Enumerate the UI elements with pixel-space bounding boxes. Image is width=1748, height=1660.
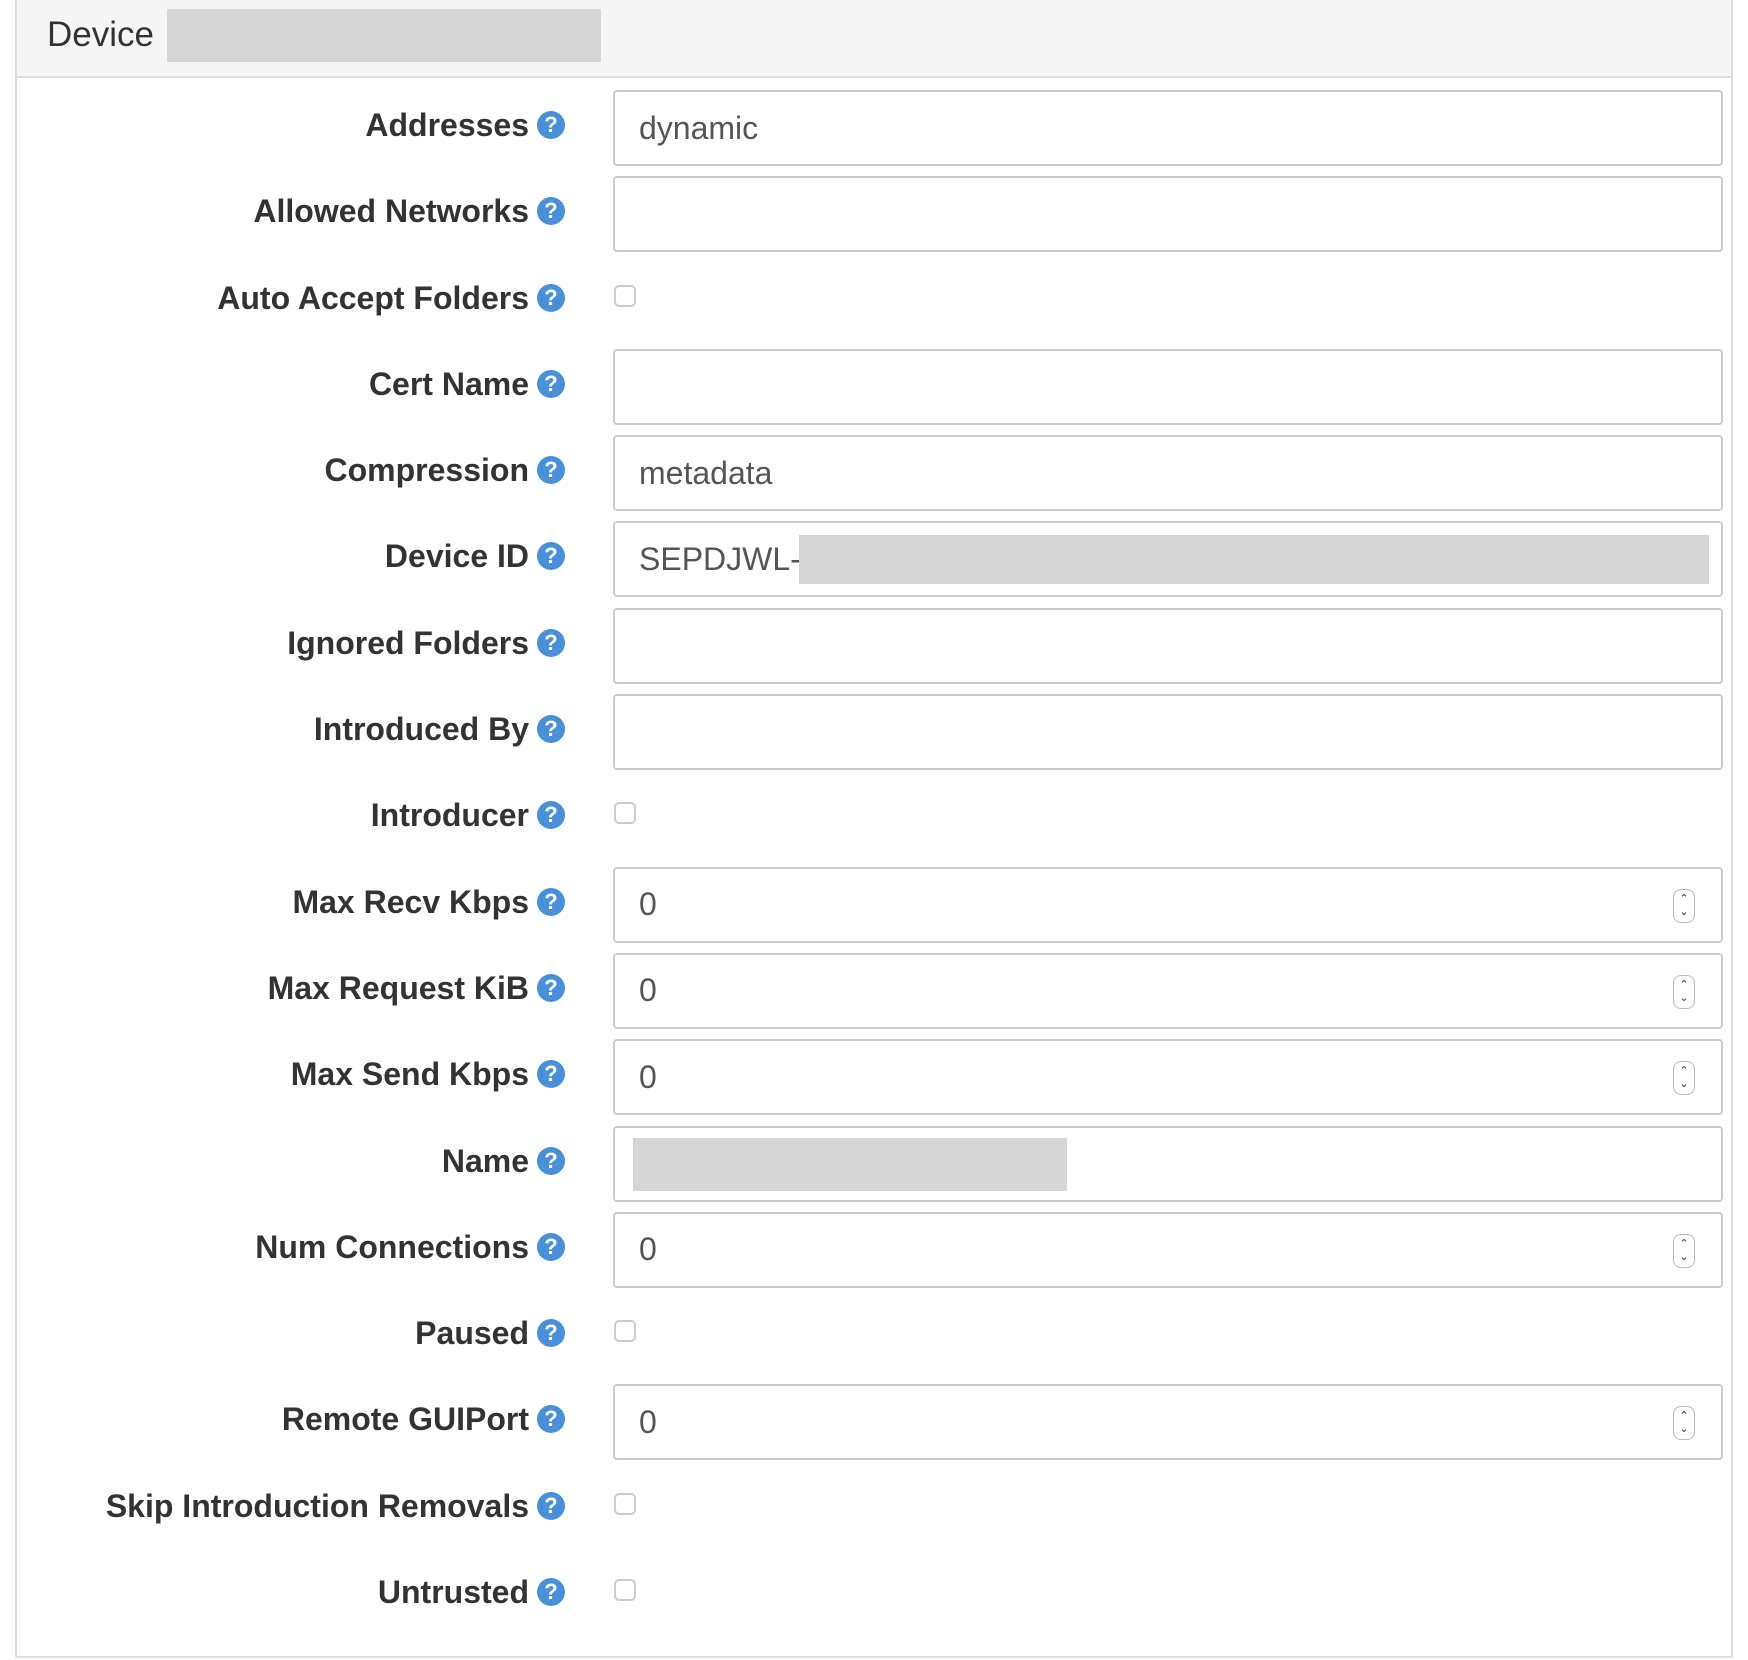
stepper-icon[interactable]: ⌃ ⌄	[1673, 974, 1695, 1009]
row-allowed-networks: Allowed Networks ?	[17, 174, 1731, 260]
name-input[interactable]	[613, 1125, 1723, 1202]
help-icon[interactable]: ?	[537, 369, 565, 398]
row-cert-name: Cert Name ?	[17, 347, 1731, 433]
skip-introduction-removals-checkbox[interactable]	[614, 1492, 636, 1515]
row-ignored-folders: Ignored Folders ?	[17, 606, 1731, 692]
label-introduced-by: Introduced By ?	[314, 708, 565, 750]
allowed-networks-input[interactable]	[613, 176, 1723, 253]
device-id-input[interactable]: SEPDJWL-	[613, 521, 1723, 598]
row-introduced-by: Introduced By ?	[17, 692, 1731, 778]
help-icon[interactable]: ?	[537, 283, 565, 312]
label-max-request-kib: Max Request KiB ?	[268, 967, 565, 1009]
row-max-send-kbps: Max Send Kbps ? 0 ⌃ ⌄	[17, 1037, 1731, 1123]
help-icon[interactable]: ?	[537, 1232, 565, 1261]
panel-title: Device	[47, 15, 154, 54]
help-icon[interactable]: ?	[537, 456, 565, 485]
row-compression: Compression ? metadata	[17, 433, 1731, 519]
max-send-kbps-input[interactable]: 0 ⌃ ⌄	[613, 1039, 1723, 1116]
stepper-icon[interactable]: ⌃ ⌄	[1673, 1406, 1695, 1441]
device-panel: Device Addresses ? dynamic Allowed Netwo…	[15, 0, 1733, 1658]
help-icon[interactable]: ?	[537, 715, 565, 744]
help-icon[interactable]: ?	[537, 542, 565, 571]
label-auto-accept-folders: Auto Accept Folders ?	[217, 277, 565, 319]
help-icon[interactable]: ?	[537, 111, 565, 139]
redacted-device-id	[799, 535, 1709, 585]
stepper-icon[interactable]: ⌃ ⌄	[1673, 1233, 1695, 1268]
label-addresses: Addresses ?	[365, 104, 565, 146]
row-device-id: Device ID ? SEPDJWL-	[17, 519, 1731, 605]
panel-heading: Device	[17, 0, 1731, 78]
row-untrusted: Untrusted ?	[17, 1555, 1731, 1641]
help-icon[interactable]: ?	[537, 801, 565, 830]
label-device-id: Device ID ?	[385, 535, 565, 577]
label-name: Name ?	[442, 1140, 565, 1182]
label-introducer: Introducer ?	[371, 794, 565, 836]
num-connections-input[interactable]: 0 ⌃ ⌄	[613, 1211, 1723, 1288]
paused-checkbox[interactable]	[614, 1320, 636, 1343]
label-skip-introduction-removals: Skip Introduction Removals ?	[106, 1485, 565, 1527]
label-untrusted: Untrusted ?	[378, 1571, 565, 1613]
stepper-icon[interactable]: ⌃ ⌄	[1673, 1061, 1695, 1096]
label-num-connections: Num Connections ?	[255, 1226, 565, 1268]
introducer-checkbox[interactable]	[614, 802, 636, 825]
device-form: Addresses ? dynamic Allowed Networks ? A…	[17, 88, 1731, 1641]
label-remote-gui-port: Remote GUIPort ?	[282, 1398, 565, 1440]
row-introducer: Introducer ?	[17, 778, 1731, 864]
stepper-icon[interactable]: ⌃ ⌄	[1673, 888, 1695, 923]
label-ignored-folders: Ignored Folders ?	[287, 622, 565, 664]
row-max-request-kib: Max Request KiB ? 0 ⌃ ⌄	[17, 951, 1731, 1037]
label-max-recv-kbps: Max Recv Kbps ?	[292, 881, 565, 923]
label-allowed-networks: Allowed Networks ?	[253, 190, 565, 232]
redacted-device-name	[167, 9, 601, 62]
label-max-send-kbps: Max Send Kbps ?	[291, 1053, 565, 1095]
help-icon[interactable]: ?	[537, 628, 565, 657]
label-cert-name: Cert Name ?	[369, 363, 565, 405]
untrusted-checkbox[interactable]	[614, 1579, 636, 1602]
row-paused: Paused ?	[17, 1296, 1731, 1382]
help-icon[interactable]: ?	[537, 887, 565, 916]
row-skip-introduction-removals: Skip Introduction Removals ?	[17, 1469, 1731, 1555]
row-num-connections: Num Connections ? 0 ⌃ ⌄	[17, 1210, 1731, 1296]
help-icon[interactable]: ?	[537, 1491, 565, 1520]
help-icon[interactable]: ?	[537, 1060, 565, 1089]
row-addresses: Addresses ? dynamic	[17, 88, 1731, 174]
redacted-name	[633, 1137, 1067, 1191]
introduced-by-input[interactable]	[613, 694, 1723, 771]
row-auto-accept-folders: Auto Accept Folders ?	[17, 261, 1731, 347]
help-icon[interactable]: ?	[537, 1319, 565, 1348]
help-icon[interactable]: ?	[537, 973, 565, 1002]
row-remote-gui-port: Remote GUIPort ? 0 ⌃ ⌄	[17, 1382, 1731, 1468]
auto-accept-folders-checkbox[interactable]	[614, 284, 636, 307]
row-name: Name ?	[17, 1124, 1731, 1210]
label-compression: Compression ?	[325, 449, 565, 491]
row-max-recv-kbps: Max Recv Kbps ? 0 ⌃ ⌄	[17, 865, 1731, 951]
label-paused: Paused ?	[415, 1312, 565, 1354]
help-icon[interactable]: ?	[537, 1146, 565, 1175]
help-icon[interactable]: ?	[537, 1405, 565, 1434]
max-recv-kbps-input[interactable]: 0 ⌃ ⌄	[613, 866, 1723, 943]
compression-input[interactable]: metadata	[613, 435, 1723, 512]
cert-name-input[interactable]	[613, 348, 1723, 425]
help-icon[interactable]: ?	[537, 1578, 565, 1607]
max-request-kib-input[interactable]: 0 ⌃ ⌄	[613, 952, 1723, 1029]
addresses-input[interactable]: dynamic	[613, 90, 1723, 166]
ignored-folders-input[interactable]	[613, 607, 1723, 684]
help-icon[interactable]: ?	[537, 197, 565, 226]
remote-gui-port-input[interactable]: 0 ⌃ ⌄	[613, 1384, 1723, 1461]
